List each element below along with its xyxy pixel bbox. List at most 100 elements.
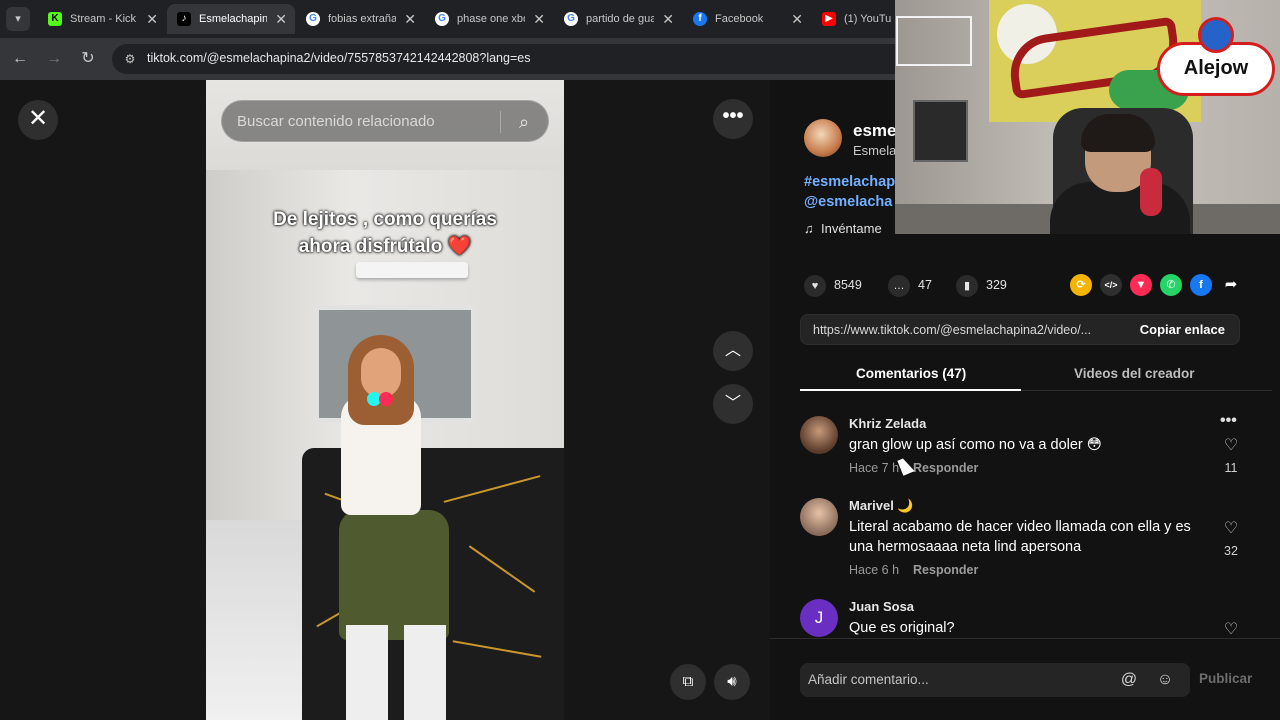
commenter-avatar[interactable]: J: [800, 599, 838, 637]
comment-like-count: 32: [1224, 544, 1238, 558]
video-player[interactable]: De lejitos , como querías ahora disfrúta…: [206, 80, 564, 720]
comment-time: Hace 6 h: [849, 563, 900, 577]
search-icon[interactable]: ⌕: [512, 110, 536, 134]
close-tab-icon[interactable]: ✕: [662, 4, 674, 34]
tab-kick[interactable]: K Stream - Kick ✕: [38, 4, 166, 34]
youtube-icon: ▶: [822, 12, 836, 26]
video-link[interactable]: https://www.tiktok.com/@esmelachapina2/v…: [813, 323, 1123, 337]
video-frame-ac: [356, 262, 468, 278]
like-button[interactable]: ♥ 8549: [804, 274, 862, 297]
mention-icon[interactable]: @: [1118, 669, 1140, 691]
more-options-button[interactable]: •••: [713, 99, 753, 139]
webcam-streamer-hair: [1081, 114, 1155, 152]
search-input[interactable]: Buscar contenido relacionado: [237, 113, 435, 130]
close-tab-icon[interactable]: ✕: [791, 4, 803, 34]
creator-username[interactable]: esme: [853, 121, 896, 141]
tab-title: phase one xbox: [457, 13, 525, 25]
close-tab-icon[interactable]: ✕: [533, 4, 545, 34]
comment-like-icon[interactable]: ♡: [1222, 621, 1240, 639]
close-tab-icon[interactable]: ✕: [146, 4, 158, 34]
comment-input[interactable]: Añadir comentario... @ ☺: [800, 663, 1190, 697]
search-bar[interactable]: Buscar contenido relacionado ⌕: [221, 100, 549, 142]
close-tab-icon[interactable]: ✕: [404, 4, 416, 34]
tab-youtube[interactable]: ▶ (1) YouTube: [812, 4, 895, 34]
logo-avatar: [1198, 17, 1234, 53]
caption-line-1: De lejitos , como querías: [273, 209, 497, 230]
music-row[interactable]: ♫ Invéntame: [804, 221, 882, 236]
volume-icon[interactable]: 🔊︎: [714, 664, 750, 700]
tab-creator-videos[interactable]: Videos del creador: [1074, 366, 1195, 381]
share-arrow-icon[interactable]: ➦: [1220, 274, 1242, 296]
reply-button[interactable]: Responder: [913, 563, 978, 577]
url-text: tiktok.com/@esmelachapina2/video/7557853…: [147, 51, 531, 65]
logo-text: Alejow: [1183, 57, 1249, 79]
commenter-name[interactable]: Khriz Zelada: [849, 416, 926, 431]
repost-icon[interactable]: ⟳: [1070, 274, 1092, 296]
google-icon: G: [564, 12, 578, 26]
comment-text: Que es original?: [849, 620, 955, 636]
comment-icon: …: [888, 275, 910, 297]
music-title: Invéntame: [820, 221, 882, 236]
facebook-share-icon[interactable]: f: [1190, 274, 1212, 296]
close-tab-icon[interactable]: ✕: [275, 4, 287, 34]
caption-line-2-text: ahora disfrútalo: [298, 236, 443, 257]
back-icon[interactable]: ←: [8, 47, 32, 71]
whatsapp-icon[interactable]: ✆: [1160, 274, 1182, 296]
commenter-avatar[interactable]: [800, 498, 838, 536]
comment-more-icon[interactable]: •••: [1220, 412, 1237, 430]
kick-icon: K: [48, 12, 62, 26]
tab-facebook[interactable]: f Facebook ✕: [683, 4, 811, 34]
next-video-button[interactable]: ﹀: [713, 384, 753, 424]
comment-like-icon[interactable]: ♡: [1222, 437, 1240, 455]
video-frame-legs: [339, 510, 449, 640]
post-comment-button[interactable]: Publicar: [1199, 671, 1252, 686]
tab-google-3[interactable]: G partido de guatemala ✕: [554, 4, 682, 34]
commenter-name[interactable]: Marivel 🌙: [849, 498, 914, 514]
tab-title: Stream - Kick: [70, 13, 137, 25]
caption-line-2: ahora disfrútalo ❤️: [226, 233, 544, 260]
comment-footer: Añadir comentario... @ ☺ Publicar: [770, 638, 1280, 720]
emoji-icon[interactable]: ☺: [1154, 669, 1176, 691]
comment-item: J Juan Sosa Que es original? ♡: [800, 599, 1250, 639]
previous-video-button[interactable]: ︿: [713, 331, 753, 371]
search-divider: [500, 111, 501, 133]
commenter-avatar[interactable]: [800, 416, 838, 454]
tab-search-button[interactable]: ▾: [6, 7, 30, 31]
commenter-name[interactable]: Juan Sosa: [849, 599, 914, 614]
facebook-icon: f: [693, 12, 707, 26]
tab-comments[interactable]: Comentarios (47): [856, 366, 966, 381]
tab-tiktok[interactable]: ♪ Esmelachapina2 ✕: [167, 4, 295, 34]
tab-google-1[interactable]: G fobias extrañas ✕: [296, 4, 424, 34]
reply-button[interactable]: Responder: [913, 461, 978, 475]
video-stage: ✕ De lejitos , como querías ahora disfrú…: [0, 80, 770, 720]
send-icon[interactable]: ▼: [1130, 274, 1152, 296]
tab-google-2[interactable]: G phase one xbox ✕: [425, 4, 553, 34]
hashtag-link[interactable]: #esmelachap: [804, 174, 895, 190]
heart-icon: ♥: [804, 275, 826, 297]
tiktok-icon: ♪: [177, 12, 191, 26]
floating-player-button[interactable]: ⧉: [670, 664, 706, 700]
tab-title: Facebook: [715, 13, 764, 25]
google-icon: G: [435, 12, 449, 26]
bookmark-icon: ▮: [956, 275, 978, 297]
creator-avatar[interactable]: [804, 119, 842, 157]
heart-emoji: ❤️: [447, 236, 472, 257]
site-info-icon[interactable]: ⚙: [122, 51, 138, 67]
video-caption: De lejitos , como querías ahora disfrúta…: [226, 206, 544, 260]
copy-link-button[interactable]: Copiar enlace: [1140, 322, 1225, 337]
reload-icon[interactable]: ↻: [76, 47, 100, 71]
mention-link[interactable]: @esmelacha: [804, 194, 892, 210]
embed-icon[interactable]: </>: [1100, 274, 1122, 296]
comment-like-icon[interactable]: ♡: [1222, 520, 1240, 538]
close-video-button[interactable]: ✕: [18, 100, 58, 140]
creator-nickname: Esmela: [853, 143, 897, 158]
like-count: 8549: [834, 278, 862, 292]
forward-icon[interactable]: →: [42, 47, 66, 71]
video-frame-face: [361, 348, 401, 398]
save-button[interactable]: ▮ 329: [956, 274, 1007, 297]
webcam-overlay: Alejow: [895, 0, 1280, 234]
comment-item: Khriz Zelada gran glow up así como no va…: [800, 412, 1250, 476]
comment-button[interactable]: … 47: [888, 274, 932, 297]
music-note-icon: ♫: [804, 221, 814, 236]
google-icon: G: [306, 12, 320, 26]
